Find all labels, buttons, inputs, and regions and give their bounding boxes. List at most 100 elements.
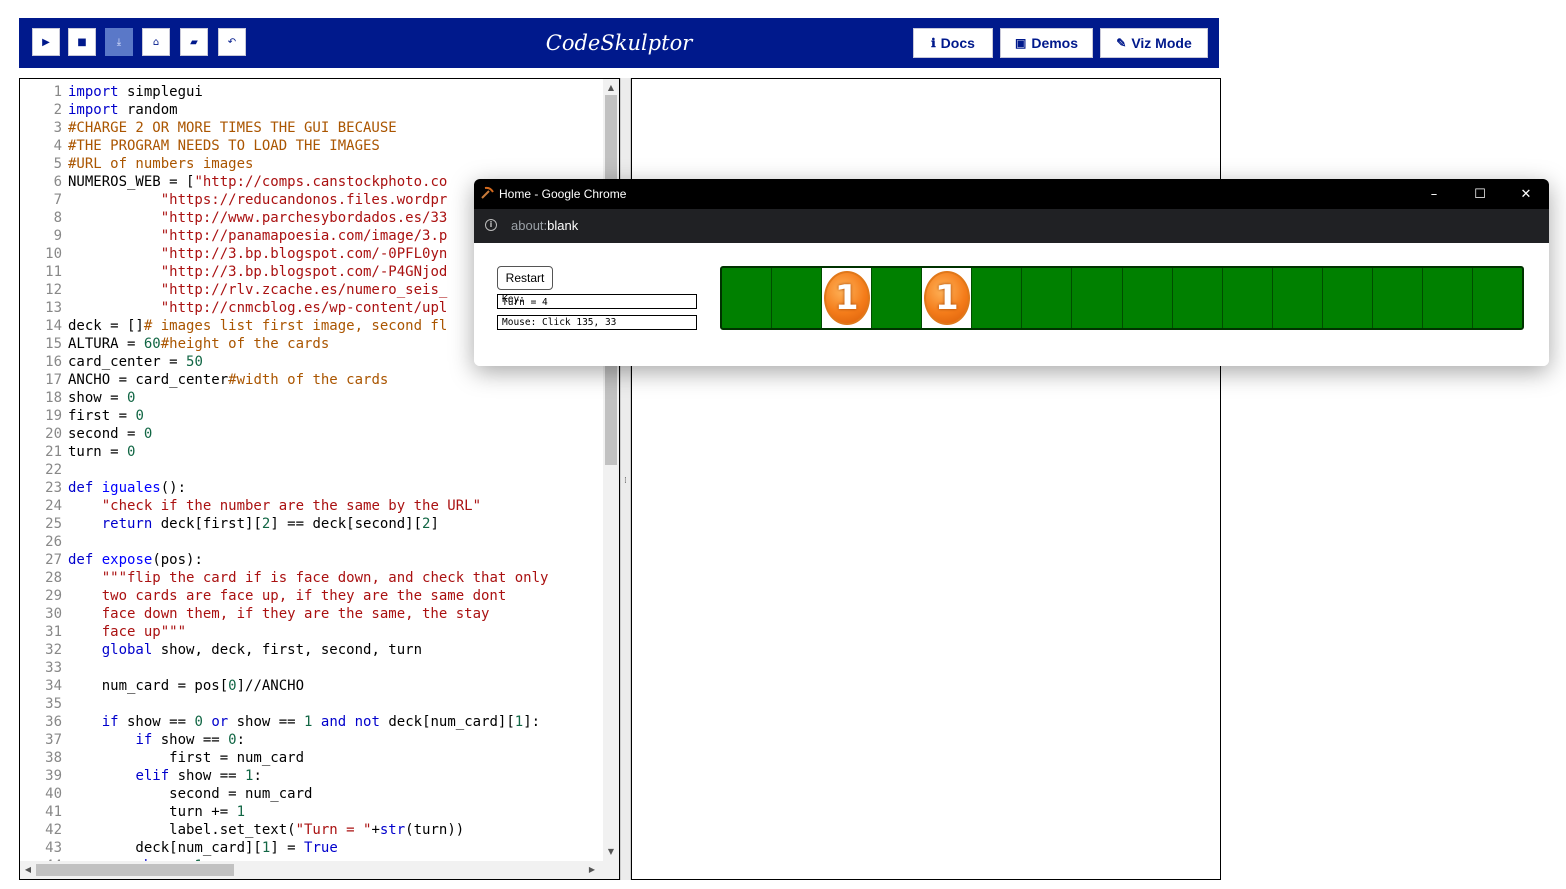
card-face-down[interactable] [722, 268, 773, 328]
line-number: 17 [45, 372, 62, 388]
code-line[interactable]: #URL of numbers images [68, 155, 601, 173]
card-face-down[interactable] [1123, 268, 1173, 328]
scroll-right-arrow-icon[interactable]: ▶ [585, 863, 599, 877]
card-face-up[interactable]: 1 [822, 268, 873, 328]
line-number: 32 [45, 642, 62, 658]
code-line[interactable]: if show == 0: [68, 731, 601, 749]
line-number: 40 [45, 786, 62, 802]
save-button[interactable]: ■ [68, 28, 96, 56]
code-token: : [253, 768, 262, 784]
horizontal-scrollbar[interactable]: ◀ ▶ [20, 861, 619, 879]
code-line[interactable]: return deck[first][2] == deck[second][2] [68, 515, 601, 533]
card-face-down[interactable] [1022, 268, 1073, 328]
card-face-down[interactable] [872, 268, 923, 328]
code-line[interactable]: global show, deck, first, second, turn [68, 641, 601, 659]
code-line[interactable]: def expose(pos): [68, 551, 601, 569]
code-line[interactable]: second = num_card [68, 785, 601, 803]
code-line[interactable]: turn = 0 [68, 443, 601, 461]
horizontal-scroll-thumb[interactable] [36, 864, 234, 876]
code-token: str [379, 822, 406, 838]
demos-button[interactable]: ▣ Demos [1000, 28, 1093, 58]
code-line[interactable]: two cards are face up, if they are the s… [68, 587, 601, 605]
code-line[interactable]: num_card = pos[0]//ANCHO [68, 677, 601, 695]
line-number: 33 [45, 660, 62, 676]
open-button[interactable]: ▰ [180, 28, 208, 56]
run-button[interactable]: ▶ [32, 28, 60, 56]
code-line[interactable]: #THE PROGRAM NEEDS TO LOAD THE IMAGES [68, 137, 601, 155]
close-button[interactable]: ✕ [1503, 179, 1549, 209]
card-face-up[interactable]: 1 [922, 268, 973, 328]
code-line[interactable]: second = 0 [68, 425, 601, 443]
docs-button[interactable]: ℹ Docs [913, 28, 993, 58]
viz-mode-button[interactable]: ✎ Viz Mode [1100, 28, 1208, 58]
code-token: global [101, 642, 153, 658]
site-info-icon[interactable]: i [485, 219, 497, 231]
game-canvas[interactable]: 11 [720, 266, 1524, 330]
address-bar[interactable]: i about:blank [474, 209, 1549, 243]
card-face-down[interactable] [1273, 268, 1323, 328]
code-line[interactable]: def iguales(): [68, 479, 601, 497]
card-face-down[interactable] [772, 268, 823, 328]
code-line[interactable]: face up""" [68, 623, 601, 641]
code-token: "http://cnmcblog.es/wp-content/upl [160, 300, 448, 316]
code-line[interactable]: elif show == 1: [68, 767, 601, 785]
code-line[interactable] [68, 695, 601, 713]
code-line[interactable]: import simplegui [68, 83, 601, 101]
card-face-down[interactable] [1373, 268, 1423, 328]
window-titlebar[interactable]: Home - Google Chrome – ☐ ✕ [474, 179, 1549, 209]
card-face-down[interactable] [1072, 268, 1123, 328]
code-line[interactable]: label.set_text("Turn = "+str(turn)) [68, 821, 601, 839]
code-line[interactable]: first = num_card [68, 749, 601, 767]
scroll-left-arrow-icon[interactable]: ◀ [21, 863, 35, 877]
line-number: 14 [45, 318, 62, 334]
code-token: "check if the number are the same by the… [101, 498, 482, 514]
code-line[interactable]: ANCHO = card_center#width of the cards [68, 371, 601, 389]
scroll-down-arrow-icon[interactable]: ▼ [603, 845, 619, 859]
download-button[interactable]: ⤓ [105, 28, 133, 56]
code-token: ]//ANCHO [236, 678, 305, 694]
code-line[interactable]: #CHARGE 2 OR MORE TIMES THE GUI BECAUSE [68, 119, 601, 137]
code-line[interactable]: first = 0 [68, 407, 601, 425]
info-icon: ℹ [931, 36, 936, 50]
code-line[interactable] [68, 659, 601, 677]
line-number: 8 [53, 210, 62, 226]
card-face-down[interactable] [1473, 268, 1522, 328]
lock-button[interactable]: ⌂ [142, 28, 170, 56]
code-line[interactable]: if show == 0 or show == 1 and not deck[n… [68, 713, 601, 731]
scroll-up-arrow-icon[interactable]: ▲ [603, 81, 619, 95]
code-line[interactable]: turn += 1 [68, 803, 601, 821]
card-face-down[interactable] [1323, 268, 1373, 328]
code-line[interactable] [68, 533, 601, 551]
code-line[interactable]: "check if the number are the same by the… [68, 497, 601, 515]
line-number: 24 [45, 498, 62, 514]
code-line[interactable]: """flip the card if is face down, and ch… [68, 569, 601, 587]
code-line[interactable]: face down them, if they are the same, th… [68, 605, 601, 623]
restart-button[interactable]: Restart [497, 266, 553, 290]
url-text[interactable]: about:blank [511, 209, 578, 243]
line-number: 23 [45, 480, 62, 496]
minimize-button[interactable]: – [1411, 179, 1457, 209]
line-number: 27 [45, 552, 62, 568]
card-face-down[interactable] [1423, 268, 1473, 328]
card-face-down[interactable] [1173, 268, 1223, 328]
turn-label: Turn = 4 [502, 297, 548, 308]
code-line[interactable] [68, 461, 601, 479]
code-token: + [371, 822, 380, 838]
mouse-label: Mouse: Click 135, 33 [502, 317, 617, 328]
maximize-button[interactable]: ☐ [1457, 179, 1503, 209]
undo-button[interactable]: ↶ [218, 28, 246, 56]
code-token: (pos): [152, 552, 203, 568]
code-token: "http://panamapoesia.com/image/3.p [160, 228, 448, 244]
line-number: 30 [45, 606, 62, 622]
demos-label: Demos [1031, 35, 1079, 51]
code-line[interactable]: import random [68, 101, 601, 119]
card-face-down[interactable] [1223, 268, 1273, 328]
card-face-down[interactable] [972, 268, 1023, 328]
code-token: deck[first][ [152, 516, 262, 532]
code-line[interactable]: deck[num_card][1] = True [68, 839, 601, 857]
line-number: 10 [45, 246, 62, 262]
code-line[interactable]: show = 0 [68, 389, 601, 407]
